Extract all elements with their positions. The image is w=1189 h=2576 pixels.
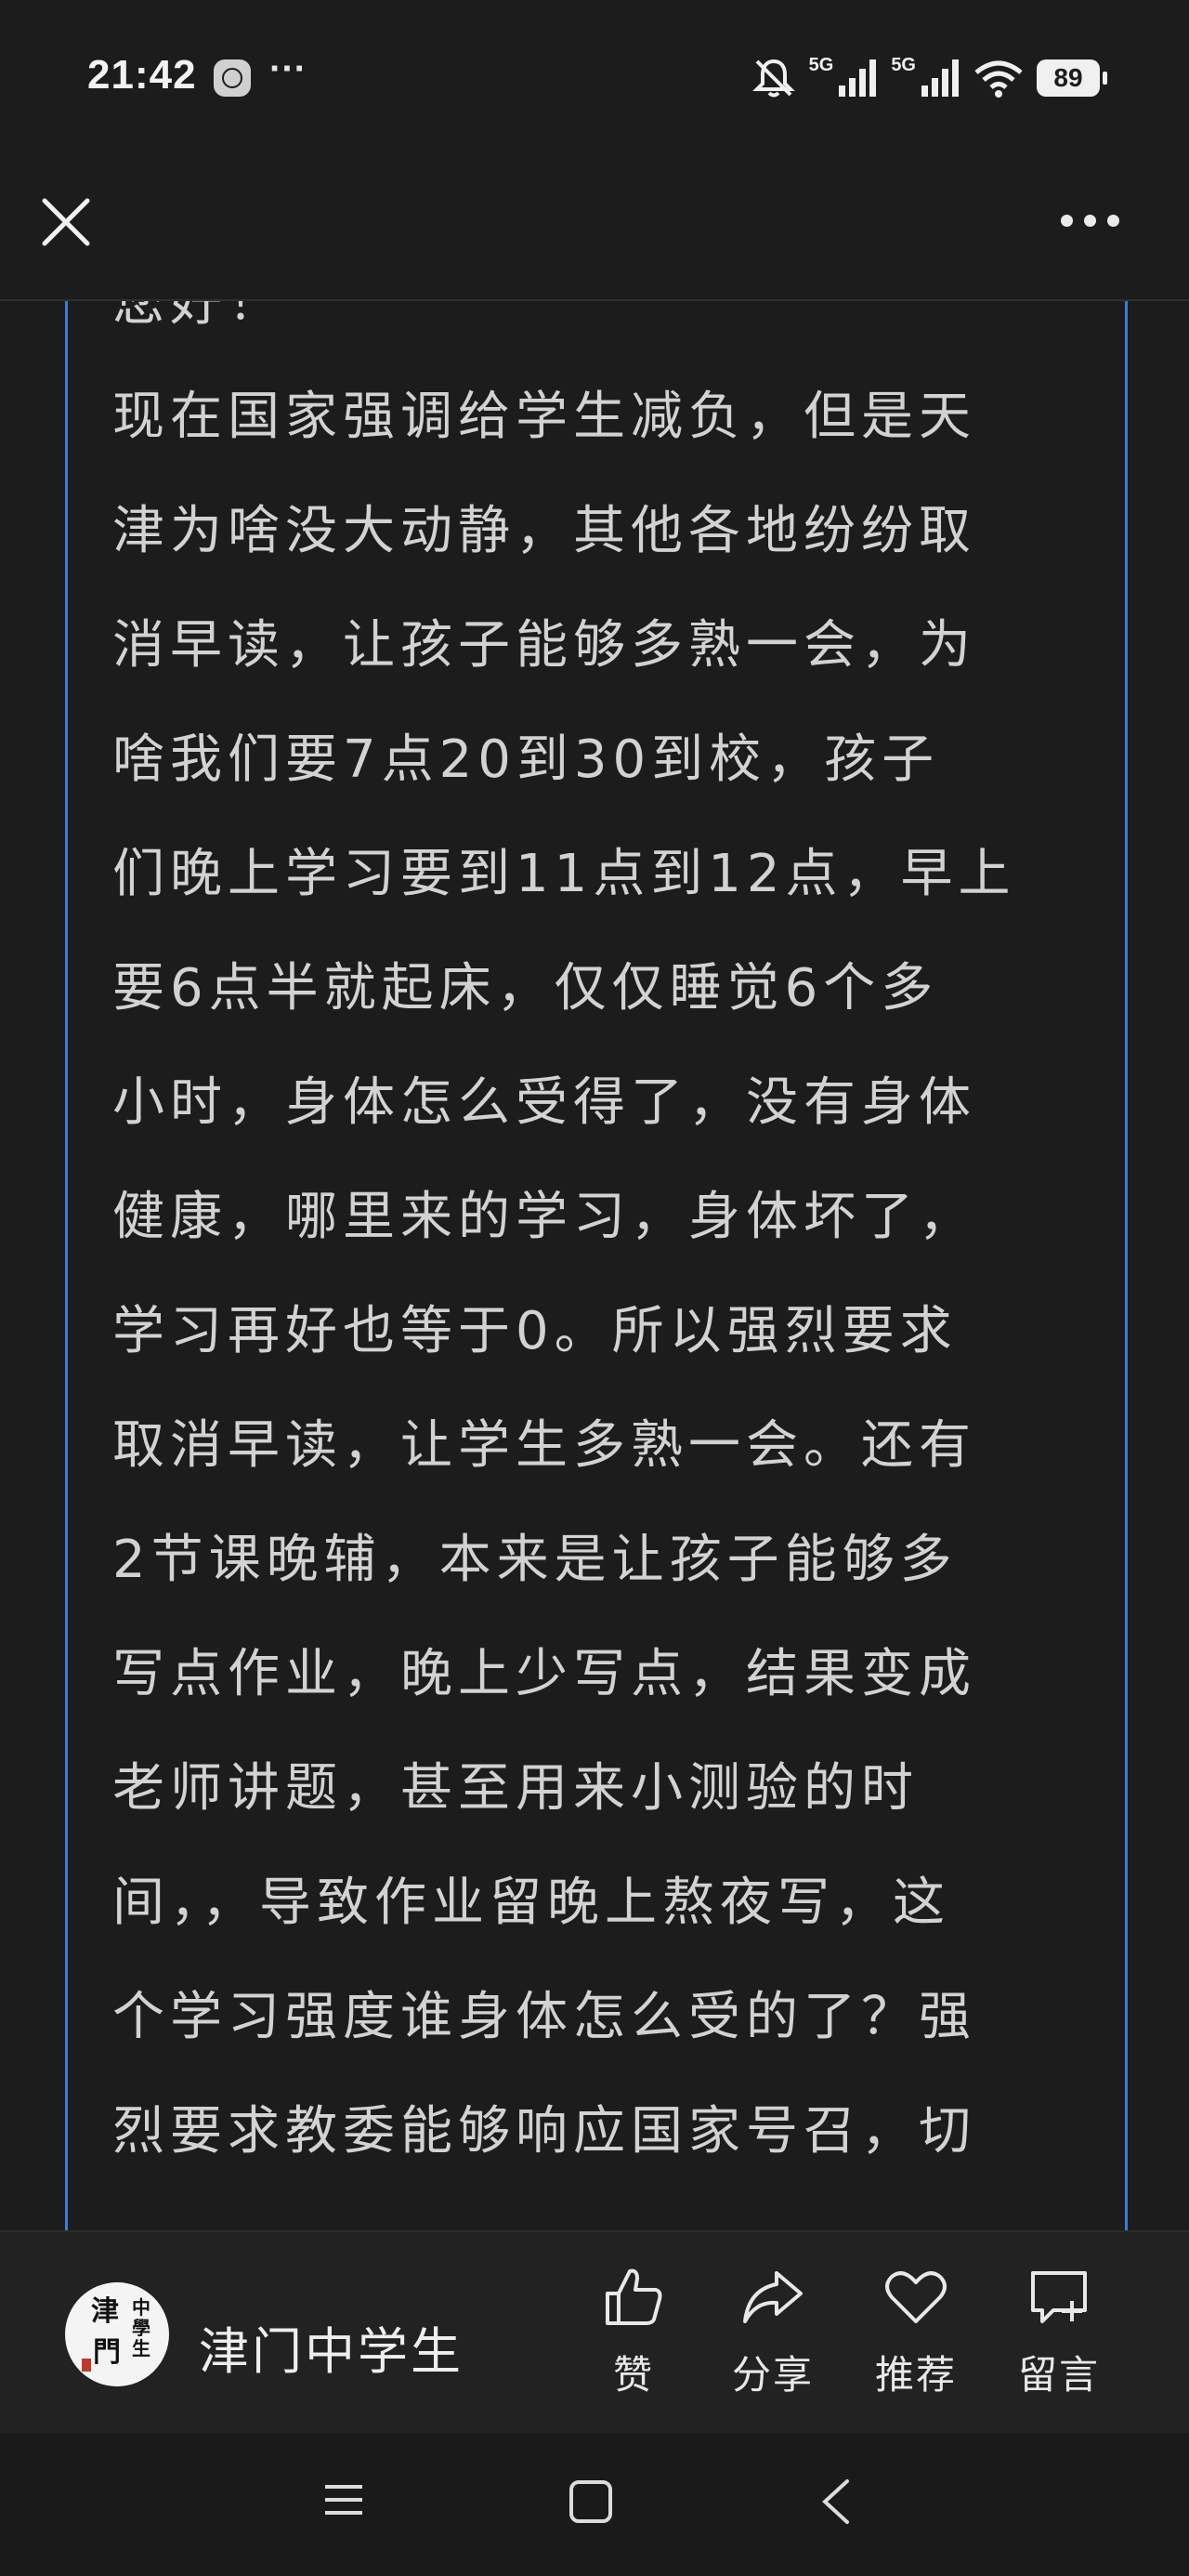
back-icon — [822, 2479, 849, 2524]
article-text: 您好！ 现在国家强调给学生减负，但是天 津为啥没大动静，其他各地纷纷取 消早读，… — [68, 301, 1125, 2188]
recommend-button[interactable]: 推荐 — [860, 2264, 972, 2400]
mute-icon — [751, 58, 796, 99]
signal-icon — [837, 58, 878, 99]
like-button[interactable]: 赞 — [578, 2264, 689, 2400]
more-icon-dot — [1107, 214, 1119, 227]
share-icon — [743, 2271, 803, 2323]
thumbs-up-icon — [606, 2268, 662, 2325]
status-time: 21:42 — [87, 52, 197, 98]
back-button[interactable] — [817, 2477, 855, 2530]
more-options-button[interactable] — [1061, 206, 1126, 234]
status-icons: 5G 5G 89 — [751, 52, 1107, 104]
home-icon — [569, 2480, 612, 2523]
comment-button[interactable]: 留言 — [1003, 2264, 1115, 2400]
avatar-logo: 中學生 — [132, 2296, 150, 2359]
comment-label: 留言 — [1017, 2352, 1100, 2398]
clock-app-icon — [214, 59, 251, 97]
menu-icon — [325, 2485, 362, 2515]
status-bar: 21:42 ··· 5G 5G 89 — [0, 0, 1189, 158]
article-line: 取消早读，让学生多熟一会。还有 — [112, 1415, 976, 1476]
recommend-label: 推荐 — [874, 2352, 957, 2398]
account-avatar[interactable]: 津 門 中學生 — [65, 2282, 169, 2386]
system-navigation-bar — [0, 2433, 1189, 2576]
article-line: 间，，导致作业留晚上熬夜写，这 — [112, 1873, 950, 1933]
article-line: 消早读，让孩子能够多熟一会，为 — [112, 615, 976, 676]
article-line: 写点作业，晚上少写点，结果变成 — [112, 1644, 976, 1704]
more-icon-dot — [1061, 214, 1073, 227]
article-line: 要6点半就起床，仅仅睡觉6个多 — [112, 958, 939, 1019]
heart-icon — [885, 2271, 947, 2323]
close-button[interactable] — [39, 195, 93, 249]
signal-icon-2 — [920, 58, 960, 99]
more-icon-dot — [1084, 214, 1096, 227]
article-line: 老师讲题，甚至用来小测验的时 — [112, 1758, 919, 1819]
article-line: 个学习强度谁身体怎么受的了？强 — [112, 1987, 976, 2047]
avatar-logo: 門 — [93, 2336, 121, 2369]
article-line: 们晚上学习要到11点到12点，早上 — [112, 844, 1016, 904]
article-line: 现在国家强调给学生减负，但是天 — [112, 387, 976, 447]
home-button[interactable] — [567, 2477, 615, 2530]
avatar-seal — [82, 2359, 91, 2372]
network-type-1: 5G — [808, 54, 834, 75]
article-line: 津为啥没大动静，其他各地纷纷取 — [112, 501, 976, 561]
bottom-action-bar: 津 門 中學生 津门中学生 赞 分享 推荐 留言 — [0, 2230, 1189, 2435]
article-line: 烈要求教委能够响应国家号召，切 — [112, 2101, 976, 2162]
article-line: 学习再好也等于0。所以强烈要求 — [112, 1301, 958, 1361]
article-line: 小时，身体怎么受得了，没有身体 — [112, 1072, 976, 1133]
close-icon — [42, 198, 90, 246]
comment-icon — [1031, 2271, 1087, 2323]
wifi-icon — [973, 58, 1024, 99]
article-line: 您好！ — [112, 301, 285, 333]
article-line: 健康，哪里来的学习，身体坏了， — [112, 1187, 976, 1247]
account-name[interactable]: 津门中学生 — [199, 2310, 464, 2384]
article-line: 2节课晚辅，本来是让孩子能够多 — [112, 1530, 958, 1590]
share-button[interactable]: 分享 — [717, 2264, 829, 2400]
like-label: 赞 — [612, 2352, 654, 2398]
network-type-2: 5G — [891, 54, 916, 75]
share-label: 分享 — [731, 2352, 814, 2398]
recent-apps-button[interactable] — [321, 2477, 366, 2526]
avatar-logo: 津 — [91, 2295, 119, 2328]
article-body[interactable]: 您好！ 现在国家强调给学生减负，但是天 津为啥没大动静，其他各地纷纷取 消早读，… — [65, 301, 1128, 2230]
article-line: 啥我们要7点20到30到校，孩子 — [112, 729, 940, 790]
more-notifications-indicator: ··· — [269, 48, 307, 89]
battery-indicator: 89 — [1037, 59, 1107, 97]
